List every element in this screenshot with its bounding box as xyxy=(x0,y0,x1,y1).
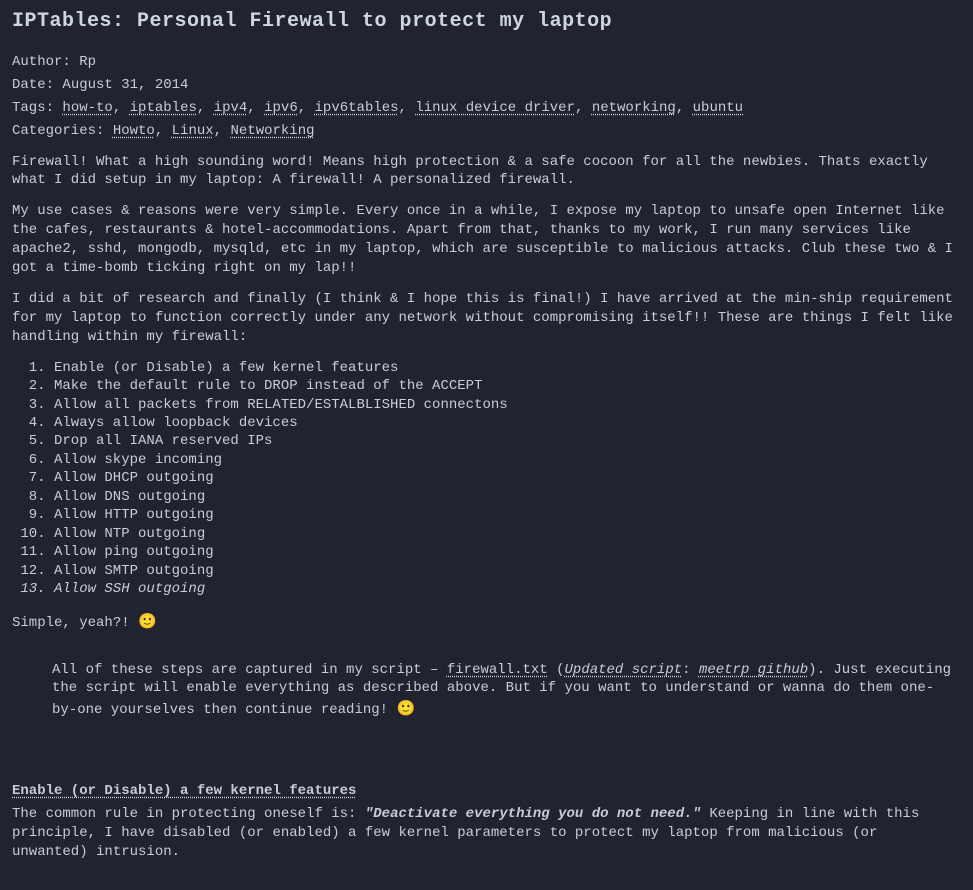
section-body: The common rule in protecting oneself is… xyxy=(12,805,961,862)
callout-pre: All of these steps are captured in my sc… xyxy=(52,662,447,678)
separator: , xyxy=(197,100,214,116)
meta-date: Date: August 31, 2014 xyxy=(12,76,961,95)
list-item: Allow skype incoming xyxy=(54,451,961,469)
list-item: Drop all IANA reserved IPs xyxy=(54,432,961,450)
updated-script-link[interactable]: Updated script xyxy=(565,662,683,678)
separator: , xyxy=(298,100,315,116)
tag-link[interactable]: linux device driver xyxy=(415,100,575,116)
list-item: Allow SMTP outgoing xyxy=(54,562,961,580)
separator: , xyxy=(214,123,231,139)
author-value: Rp xyxy=(79,54,96,70)
list-item: Allow DNS outgoing xyxy=(54,488,961,506)
section-heading-kernel: Enable (or Disable) a few kernel feature… xyxy=(12,782,356,801)
separator: , xyxy=(113,100,130,116)
list-item: Enable (or Disable) a few kernel feature… xyxy=(54,359,961,377)
list-item: Allow all packets from RELATED/ESTALBLIS… xyxy=(54,396,961,414)
tag-link[interactable]: ubuntu xyxy=(693,100,743,116)
page-title: IPTables: Personal Firewall to protect m… xyxy=(12,8,961,35)
tag-link[interactable]: ipv4 xyxy=(214,100,248,116)
callout-mid1: ( xyxy=(548,662,565,678)
list-item: Always allow loopback devices xyxy=(54,414,961,432)
intro-paragraph-2: My use cases & reasons were very simple.… xyxy=(12,202,961,278)
author-label: Author: xyxy=(12,54,79,70)
categories-label: Categories: xyxy=(12,123,113,139)
firewall-rules-list: Enable (or Disable) a few kernel feature… xyxy=(12,359,961,599)
tags-label: Tags: xyxy=(12,100,62,116)
list-item: Make the default rule to DROP instead of… xyxy=(54,377,961,395)
list-item: Allow NTP outgoing xyxy=(54,525,961,543)
separator: , xyxy=(575,100,592,116)
category-link[interactable]: Linux xyxy=(172,123,214,139)
separator: , xyxy=(399,100,416,116)
list-item: Allow SSH outgoing xyxy=(54,580,961,598)
category-link[interactable]: Howto xyxy=(113,123,155,139)
list-item: Allow ping outgoing xyxy=(54,543,961,561)
smile-icon: 🙂 xyxy=(396,699,415,717)
category-link[interactable]: Networking xyxy=(230,123,314,139)
simple-text: Simple, yeah?! xyxy=(12,615,138,631)
list-item: Allow HTTP outgoing xyxy=(54,506,961,524)
separator: , xyxy=(676,100,693,116)
simple-line: Simple, yeah?! 🙂 xyxy=(12,611,961,633)
meta-categories: Categories: Howto, Linux, Networking xyxy=(12,122,961,141)
tag-link[interactable]: networking xyxy=(592,100,676,116)
tag-link[interactable]: how-to xyxy=(62,100,112,116)
separator: , xyxy=(155,123,172,139)
firewall-txt-link[interactable]: firewall.txt xyxy=(447,662,548,678)
tag-link[interactable]: iptables xyxy=(130,100,197,116)
date-label: Date: xyxy=(12,77,62,93)
tag-link[interactable]: ipv6tables xyxy=(315,100,399,116)
script-callout: All of these steps are captured in my sc… xyxy=(52,661,961,721)
tags-list: how-to, iptables, ipv4, ipv6, ipv6tables… xyxy=(62,100,743,116)
callout-mid2: : xyxy=(682,662,699,678)
meetrp-github-link[interactable]: meetrp github xyxy=(699,662,808,678)
separator: , xyxy=(247,100,264,116)
section-body-pre: The common rule in protecting oneself is… xyxy=(12,806,365,822)
intro-paragraph-3: I did a bit of research and finally (I t… xyxy=(12,290,961,347)
smile-icon: 🙂 xyxy=(138,612,157,630)
date-value: August 31, 2014 xyxy=(62,77,188,93)
intro-paragraph-1: Firewall! What a high sounding word! Mea… xyxy=(12,153,961,191)
meta-author: Author: Rp xyxy=(12,53,961,72)
list-item: Allow DHCP outgoing xyxy=(54,469,961,487)
tag-link[interactable]: ipv6 xyxy=(264,100,298,116)
meta-tags: Tags: how-to, iptables, ipv4, ipv6, ipv6… xyxy=(12,99,961,118)
section-quote: "Deactivate everything you do not need." xyxy=(365,806,701,822)
article-page: IPTables: Personal Firewall to protect m… xyxy=(0,0,973,890)
categories-list: Howto, Linux, Networking xyxy=(113,123,315,139)
